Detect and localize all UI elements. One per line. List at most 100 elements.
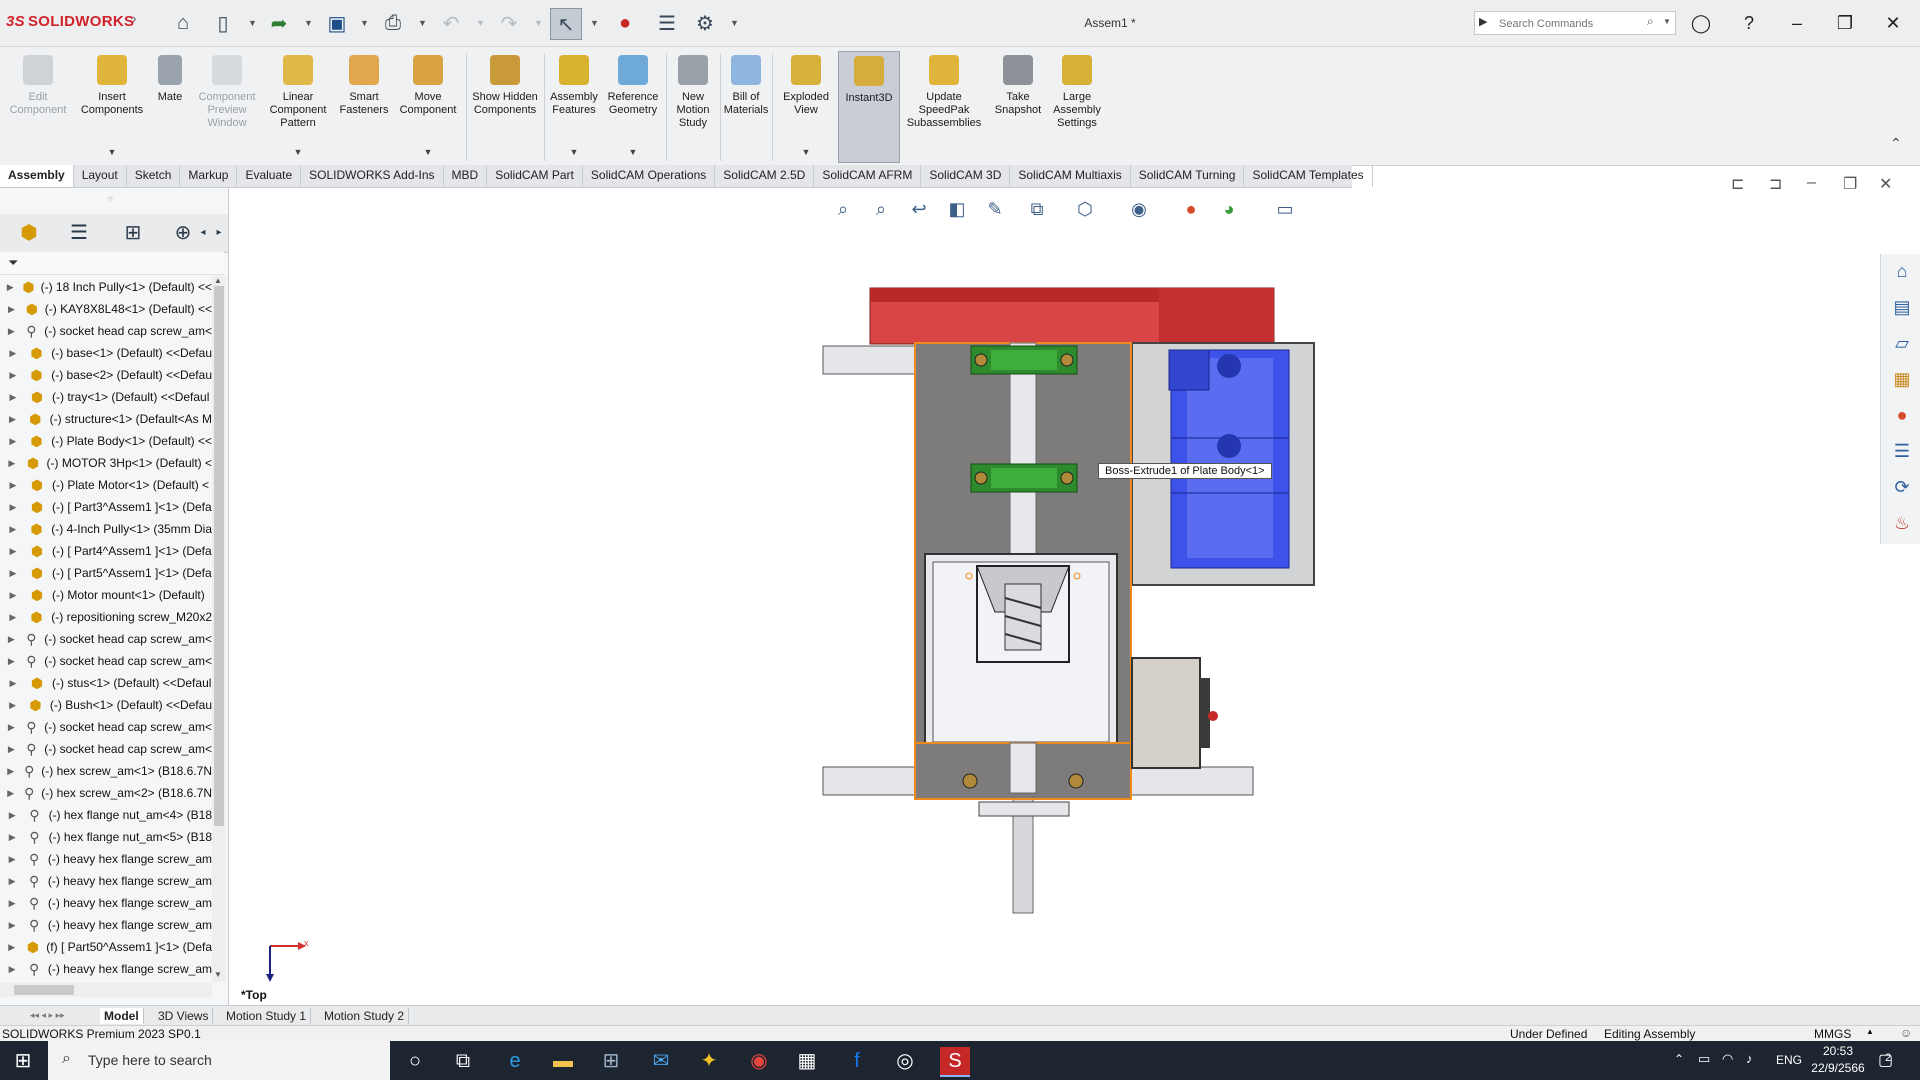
edge-browser-icon[interactable]: e [500,1047,530,1075]
rebuild-status-icon[interactable]: ☺ [1900,1026,1912,1040]
panel-tabs-scroll-left-icon[interactable]: ◂ [196,219,210,247]
units-chevron-up-icon[interactable]: ▲ [1866,1027,1874,1036]
show-hidden-icons-chevron-icon[interactable]: ⌃ [1674,1052,1684,1066]
large-assembly-settings-button[interactable]: Large Assembly Settings [1048,51,1106,161]
redo-dropdown-chevron-icon[interactable]: ▼ [534,18,543,28]
tree-item[interactable]: ▶ ⬢ (-) Plate Motor<1> (Default) < [0,474,212,496]
search-commands-box[interactable]: ▶ ⌕ ▼ [1474,11,1676,35]
assembly-features-button[interactable]: Assembly Features ▼ [548,51,600,161]
expand-arrow-icon[interactable]: ▶ [6,436,20,447]
expand-arrow-icon[interactable]: ▶ [6,744,17,755]
logo-menu-chevron-icon[interactable]: › [132,10,137,26]
restore-icon[interactable]: ❐ [1830,10,1860,36]
clock-time[interactable]: 20:53 [1808,1044,1868,1058]
obs-studio-icon[interactable]: ◎ [890,1047,920,1075]
expand-arrow-icon[interactable]: ▶ [6,920,18,931]
expand-arrow-icon[interactable]: ▶ [6,722,17,733]
expand-arrow-icon[interactable]: ▶ [6,458,18,469]
control-box[interactable] [1131,657,1201,769]
expand-arrow-icon[interactable]: ▶ [6,612,20,623]
cortana-icon[interactable]: ○ [400,1047,430,1075]
tab-motion-study-2[interactable]: Motion Study 2 [320,1008,410,1024]
task-view-icon[interactable]: ⧉ [448,1047,478,1075]
paint-wand-icon[interactable]: ✦ [694,1047,724,1075]
viewport-restore-icon[interactable]: ❐ [1843,174,1857,194]
display-style-icon[interactable]: ⬡ [1072,196,1098,222]
solidworks-logo[interactable]: 3S SOLIDWORKS [6,13,134,30]
mate-button[interactable]: Mate [152,51,188,161]
zoom-to-area-icon[interactable]: ⌕ [868,196,894,222]
feature-manager-tab-icon[interactable]: ⬢ [14,219,44,247]
tab-sketch[interactable]: Sketch [127,165,181,187]
select-pointer-icon[interactable]: ↖ [550,8,582,40]
tree-item[interactable]: ▶ ⚲ (-) hex screw_am<1> (B18.6.7N [0,760,212,782]
tab-motion-study-1[interactable]: Motion Study 1 [222,1008,312,1024]
expand-arrow-icon[interactable]: ▶ [6,326,17,337]
tree-item[interactable]: ▶ ⚲ (-) heavy hex flange screw_am [0,958,212,980]
tree-hscroll-thumb[interactable] [14,985,74,995]
wifi-icon[interactable]: ◠ [1722,1051,1733,1067]
expand-arrow-icon[interactable]: ▶ [6,546,20,557]
tree-item[interactable]: ▶ ⚲ (-) socket head cap screw_am< [0,716,212,738]
expand-arrow-icon[interactable]: ▶ [6,678,20,689]
appearances-scenes-icon[interactable]: ● [1889,402,1915,428]
tree-item[interactable]: ▶ ⚲ (-) hex flange nut_am<4> (B18 [0,804,212,826]
panel-tabs-scroll-right-icon[interactable]: ▸ [212,219,226,247]
tree-item[interactable]: ▶ ⬢ (-) stus<1> (Default) <<Defaul [0,672,212,694]
expand-arrow-icon[interactable]: ▶ [6,634,17,645]
linear-pattern-dropdown-chevron-icon[interactable]: ▼ [294,147,303,157]
solidworks-2023-taskbar-icon[interactable]: S [940,1047,970,1077]
expand-arrow-icon[interactable]: ▶ [6,700,19,711]
expand-arrow-icon[interactable]: ▶ [6,282,14,293]
new-motion-study-button[interactable]: New Motion Study [670,51,716,161]
chrome-browser-icon[interactable]: ◉ [744,1047,774,1075]
bill-of-materials-button[interactable]: Bill of Materials [724,51,768,161]
tree-item[interactable]: ▶ ⚲ (-) heavy hex flange screw_am [0,870,212,892]
close-icon[interactable]: ✕ [1878,10,1908,36]
save-dropdown-chevron-icon[interactable]: ▼ [360,18,369,28]
expand-arrow-icon[interactable]: ▶ [6,370,20,381]
take-snapshot-button[interactable]: Take Snapshot [990,51,1046,161]
tree-item[interactable]: ▶ ⚲ (-) socket head cap screw_am< [0,320,212,342]
tree-item[interactable]: ▶ ⬢ (-) Plate Body<1> (Default) << [0,430,212,452]
taskbar-search-box[interactable]: ⌕ Type here to search [48,1041,390,1080]
insert-components-button[interactable]: Insert Components ▼ [74,51,150,161]
reference-geometry-button[interactable]: Reference Geometry ▼ [604,51,662,161]
apply-scene-icon[interactable]: ◕ [1216,196,1242,222]
tree-item[interactable]: ▶ ⬢ (-) tray<1> (Default) <<Defaul [0,386,212,408]
print-dropdown-chevron-icon[interactable]: ▼ [418,18,427,28]
viewport-dock-left-icon[interactable]: ⊏ [1731,174,1744,194]
view-palette-icon[interactable]: ▦ [1889,366,1915,392]
zoom-to-fit-icon[interactable]: ⌕ [830,196,856,222]
tree-item[interactable]: ▶ ⬢ (-) [ Part3^Assem1 ]<1> (Defa [0,496,212,518]
battery-icon[interactable]: ▭ [1698,1051,1710,1067]
smart-fasteners-button[interactable]: Smart Fasteners [334,51,394,161]
tab-evaluate[interactable]: Evaluate [237,165,302,187]
update-speedpak-button[interactable]: Update SpeedPak Subassemblies [904,51,984,161]
expand-arrow-icon[interactable]: ▶ [6,942,18,953]
move-component-dropdown-chevron-icon[interactable]: ▼ [424,147,433,157]
tab-assembly[interactable]: Assembly [0,165,74,187]
search-commands-input[interactable] [1497,15,1651,33]
tree-item[interactable]: ▶ ⚲ (-) heavy hex flange screw_am [0,914,212,936]
new-dropdown-chevron-icon[interactable]: ▼ [248,18,257,28]
exploded-view-button[interactable]: Exploded View ▼ [776,51,836,161]
expand-arrow-icon[interactable]: ▶ [6,392,20,403]
file-explorer-folder-icon[interactable]: ▬ [548,1047,578,1075]
tree-item[interactable]: ▶ ⬢ (-) 4-Inch Pully<1> (35mm Dia [0,518,212,540]
tab-solidcam-3d[interactable]: SolidCAM 3D [921,165,1011,187]
collapse-ribbon-chevron-icon[interactable]: ⌃ [1890,135,1902,152]
dynamic-annotation-icon[interactable]: ✎ [982,196,1008,222]
tab-solidcam-multiaxis[interactable]: SolidCAM Multiaxis [1010,165,1131,187]
filter-funnel-icon[interactable]: ⏷ [8,255,18,271]
tab-solidcam-operations[interactable]: SolidCAM Operations [583,165,716,187]
tree-item[interactable]: ▶ ⬢ (-) Bush<1> (Default) <<Defau [0,694,212,716]
tab-layout[interactable]: Layout [74,165,127,187]
expand-arrow-icon[interactable]: ▶ [6,568,20,579]
tree-item[interactable]: ▶ ⚲ (-) socket head cap screw_am< [0,738,212,760]
calculator-icon[interactable]: ▦ [792,1047,822,1075]
view-orientation-icon[interactable]: ⧉ [1024,196,1050,222]
tree-item[interactable]: ▶ ⚲ (-) socket head cap screw_am< [0,628,212,650]
expand-arrow-icon[interactable]: ▶ [6,348,20,359]
expand-arrow-icon[interactable]: ▶ [6,810,19,821]
